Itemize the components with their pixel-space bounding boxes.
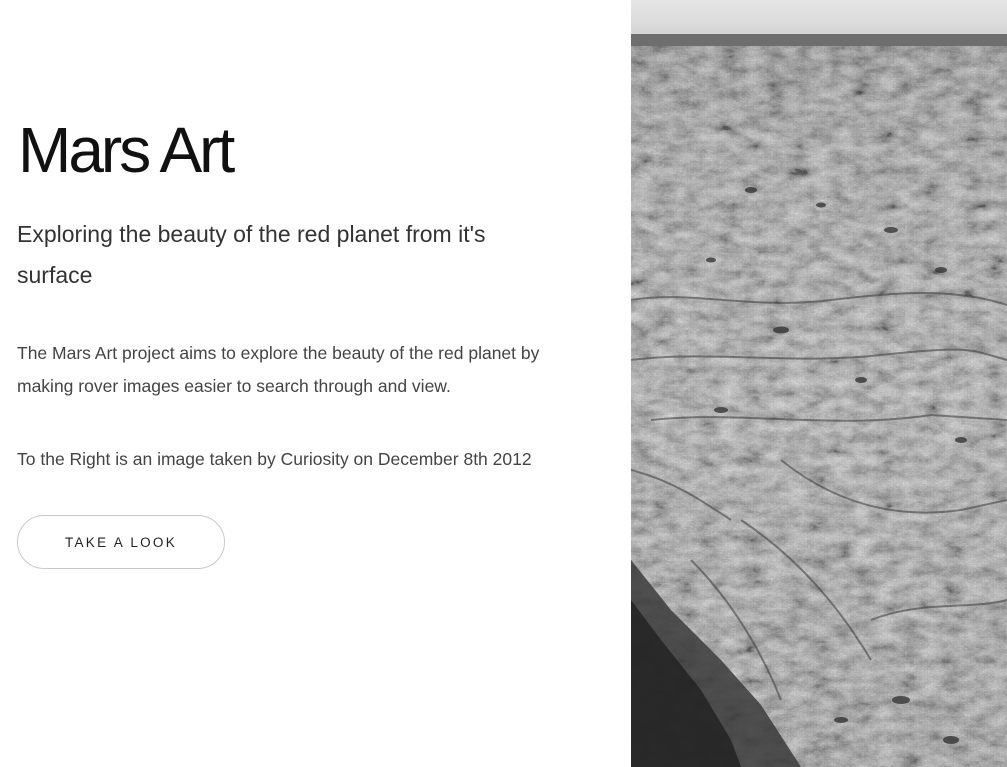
page: Mars Art Exploring the beauty of the red… [0,0,1007,767]
page-title: Mars Art [18,114,235,186]
image-caption: To the Right is an image taken by Curios… [17,449,532,469]
mars-terrain-illustration [631,0,1007,767]
take-a-look-button[interactable]: TAKE A LOOK [17,515,225,569]
page-subtitle: Exploring the beauty of the red planet f… [17,221,486,288]
project-description: The Mars Art project aims to explore the… [17,343,540,396]
mars-surface-image [631,0,1007,767]
hero-text-panel: Mars Art Exploring the beauty of the red… [0,0,631,767]
